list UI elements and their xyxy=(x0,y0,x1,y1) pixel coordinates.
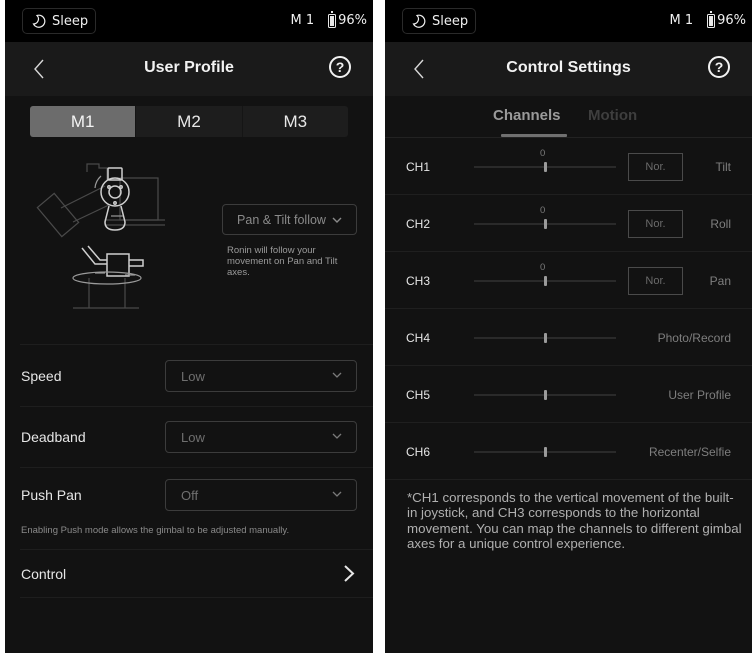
profile-selector: M1 M2 M3 xyxy=(30,106,348,137)
sleep-label: Sleep xyxy=(432,13,469,29)
channel-row-ch5: CH5 User Profile xyxy=(385,367,752,423)
control-row[interactable]: Control xyxy=(5,550,373,597)
profile-tab-m2[interactable]: M2 xyxy=(135,106,241,137)
channel-function[interactable]: Pan xyxy=(710,274,731,288)
push-pan-label: Push Pan xyxy=(21,487,82,503)
gimbal-illustration xyxy=(36,163,165,309)
channel-mode-button[interactable]: Nor. xyxy=(628,153,683,181)
follow-mode-dropdown[interactable]: Pan & Tilt follow xyxy=(222,204,357,235)
channel-value: 0 xyxy=(540,205,546,216)
chevron-down-icon xyxy=(332,491,342,497)
speed-value: Low xyxy=(181,369,205,384)
status-bar: Sleep M 1 96% xyxy=(385,0,752,42)
slider-thumb[interactable] xyxy=(543,276,547,286)
follow-mode-description: Ronin will follow your movement on Pan a… xyxy=(227,245,338,278)
channel-name: CH2 xyxy=(406,217,431,231)
channel-name: CH5 xyxy=(406,388,431,402)
status-bar: Sleep M 1 96% xyxy=(5,0,373,42)
channel-name: CH1 xyxy=(406,160,431,174)
slider-thumb[interactable] xyxy=(543,390,547,400)
question-circle-icon[interactable]: ? xyxy=(708,56,730,78)
follow-mode-value: Pan & Tilt follow xyxy=(237,212,326,227)
push-pan-row: Push Pan Off xyxy=(5,466,373,524)
tab-channels[interactable]: Channels xyxy=(493,107,561,124)
deadband-value: Low xyxy=(181,430,205,445)
speed-dropdown[interactable]: Low xyxy=(165,360,357,392)
channel-mode-button[interactable]: Nor. xyxy=(628,267,683,295)
battery-icon xyxy=(707,11,716,28)
profile-tab-m3[interactable]: M3 xyxy=(241,106,348,137)
control-label: Control xyxy=(21,565,67,582)
sleep-label: Sleep xyxy=(52,13,89,29)
battery-icon xyxy=(328,11,337,28)
speed-row: Speed Low xyxy=(5,346,373,406)
slider-thumb[interactable] xyxy=(543,447,547,457)
question-circle-icon[interactable]: ? xyxy=(329,56,351,78)
channel-mode-button[interactable]: Nor. xyxy=(628,210,683,238)
deadband-dropdown[interactable]: Low xyxy=(165,421,357,453)
push-pan-value: Off xyxy=(181,488,199,503)
divider xyxy=(20,344,373,345)
divider xyxy=(20,597,373,598)
slider-thumb[interactable] xyxy=(543,162,547,172)
control-settings-screen: Sleep M 1 96% Control Settings ? Channel… xyxy=(385,0,752,653)
moon-icon xyxy=(32,14,46,28)
page-title: User Profile xyxy=(144,59,234,76)
mode-indicator: M 1 xyxy=(669,13,694,28)
channel-slider[interactable] xyxy=(474,219,616,229)
channel-function[interactable]: Recenter/Selfie xyxy=(649,445,731,459)
push-mode-note: Enabling Push mode allows the gimbal to … xyxy=(21,525,290,536)
slider-thumb[interactable] xyxy=(543,219,547,229)
slider-thumb[interactable] xyxy=(543,333,547,343)
channel-slider[interactable] xyxy=(474,276,616,286)
channel-function[interactable]: Tilt xyxy=(715,160,731,174)
channel-function[interactable]: Photo/Record xyxy=(658,331,731,345)
chevron-down-icon xyxy=(332,433,342,439)
channel-name: CH4 xyxy=(406,331,431,345)
battery-status: 96% xyxy=(707,11,746,28)
channel-slider[interactable] xyxy=(474,447,616,457)
nav-bar: User Profile ? xyxy=(5,42,373,96)
deadband-row: Deadband Low xyxy=(5,407,373,467)
sleep-button[interactable]: Sleep xyxy=(22,8,96,34)
channel-function[interactable]: User Profile xyxy=(668,388,731,402)
channel-slider[interactable] xyxy=(474,162,616,172)
chevron-right-icon xyxy=(344,565,355,582)
channel-value: 0 xyxy=(540,262,546,273)
user-profile-screen: Sleep M 1 96% User Profile ? M1 M2 M3 Pa… xyxy=(5,0,373,653)
chevron-down-icon xyxy=(332,217,342,223)
push-pan-dropdown[interactable]: Off xyxy=(165,479,357,511)
sleep-button[interactable]: Sleep xyxy=(402,8,476,34)
channel-name: CH3 xyxy=(406,274,431,288)
settings-tabs: Channels Motion xyxy=(385,96,752,138)
speed-label: Speed xyxy=(21,368,62,384)
tab-motion[interactable]: Motion xyxy=(588,107,637,124)
page-title: Control Settings xyxy=(506,59,631,76)
chevron-down-icon xyxy=(332,372,342,378)
battery-level: 96% xyxy=(338,13,367,28)
channel-row-ch6: CH6 Recenter/Selfie xyxy=(385,424,752,480)
battery-status: 96% xyxy=(328,11,367,28)
profile-tab-m1[interactable]: M1 xyxy=(30,106,136,137)
channel-row-ch4: CH4 Photo/Record xyxy=(385,310,752,366)
channel-row-ch2: CH2 0 Nor. Roll xyxy=(385,196,752,252)
channel-row-ch3: CH3 0 Nor. Pan xyxy=(385,253,752,309)
channel-value: 0 xyxy=(540,148,546,159)
mode-indicator: M 1 xyxy=(290,13,315,28)
deadband-label: Deadband xyxy=(21,429,86,445)
channel-mapping-note: *CH1 corresponds to the vertical movemen… xyxy=(407,490,742,551)
channel-name: CH6 xyxy=(406,445,431,459)
channel-slider[interactable] xyxy=(474,333,616,343)
nav-bar: Control Settings ? xyxy=(385,42,752,96)
channel-slider[interactable] xyxy=(474,390,616,400)
channel-row-ch1: CH1 0 Nor. Tilt xyxy=(385,139,752,195)
moon-icon xyxy=(412,14,426,28)
channel-function[interactable]: Roll xyxy=(710,217,731,231)
battery-level: 96% xyxy=(717,13,746,28)
active-tab-indicator xyxy=(501,134,567,137)
